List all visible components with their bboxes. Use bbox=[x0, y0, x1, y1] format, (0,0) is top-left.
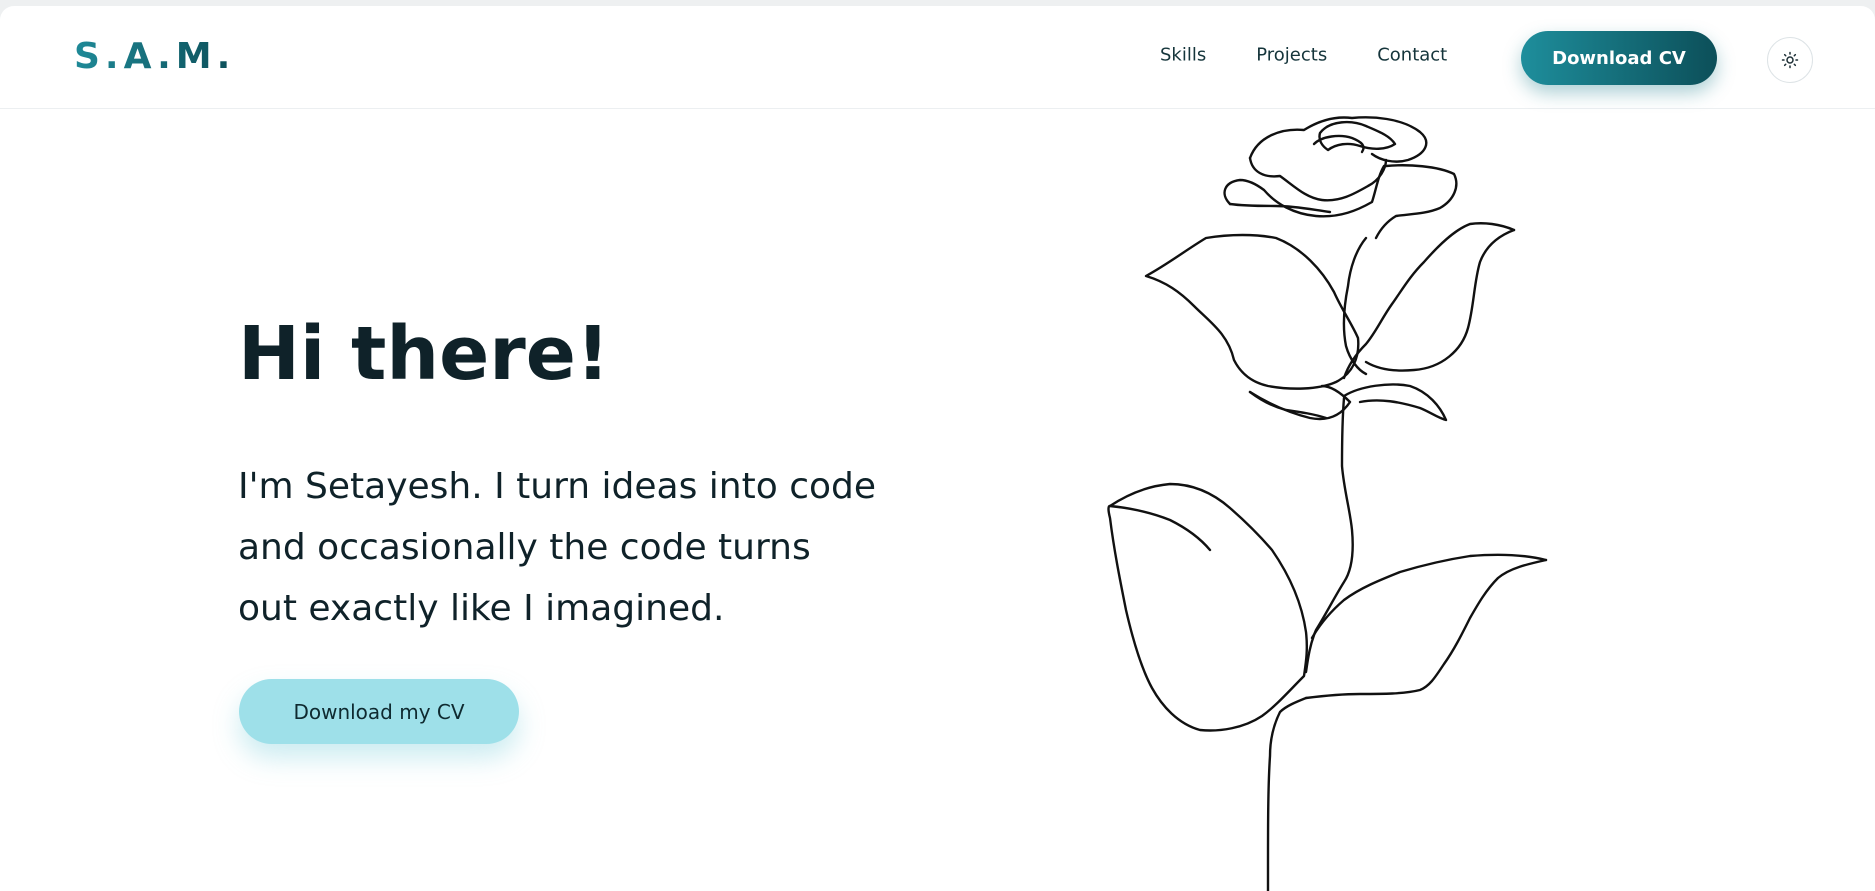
hero-title: Hi there! bbox=[238, 311, 610, 397]
nav-links: Skills Projects Contact bbox=[1160, 45, 1447, 66]
theme-toggle-button[interactable] bbox=[1767, 37, 1813, 83]
download-cv-button[interactable]: Download CV bbox=[1521, 31, 1717, 85]
hero-description: I'm Setayesh. I turn ideas into code and… bbox=[238, 466, 877, 629]
nav-link-contact[interactable]: Contact bbox=[1377, 45, 1447, 66]
download-my-cv-button[interactable]: Download my CV bbox=[239, 679, 519, 744]
nav-link-skills[interactable]: Skills bbox=[1160, 45, 1206, 66]
sun-icon bbox=[1781, 51, 1799, 69]
navbar: S.A.M. Skills Projects Contact Download … bbox=[0, 6, 1875, 109]
page: S.A.M. Skills Projects Contact Download … bbox=[0, 6, 1875, 891]
nav-link-projects[interactable]: Projects bbox=[1256, 45, 1327, 66]
site-logo[interactable]: S.A.M. bbox=[74, 36, 235, 77]
rose-line-art-icon bbox=[1107, 116, 1548, 891]
